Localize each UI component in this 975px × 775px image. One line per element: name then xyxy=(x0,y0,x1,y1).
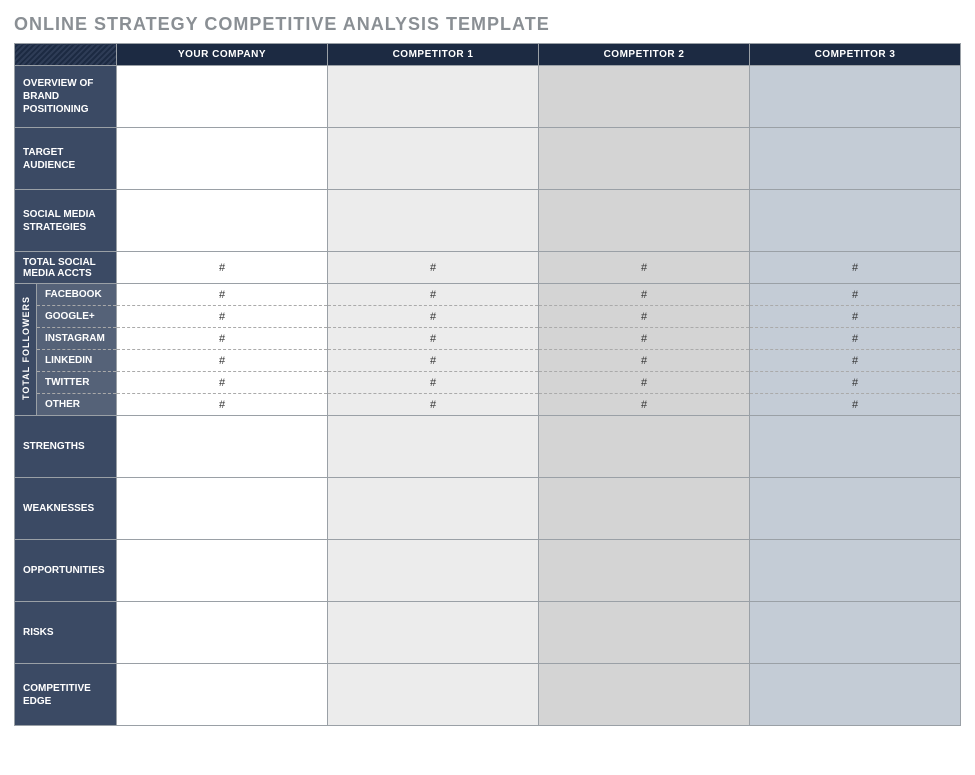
cell-facebook-your[interactable]: # xyxy=(117,284,328,306)
row-weaknesses: WEAKNESSES xyxy=(15,478,961,540)
cell-edge-c1[interactable] xyxy=(328,664,539,726)
cell-instagram-c2[interactable]: # xyxy=(539,328,750,350)
cell-weaknesses-c1[interactable] xyxy=(328,478,539,540)
cell-weaknesses-c2[interactable] xyxy=(539,478,750,540)
cell-risks-c2[interactable] xyxy=(539,602,750,664)
cell-opportunities-your[interactable] xyxy=(117,540,328,602)
label-edge: COMPETITIVE EDGE xyxy=(15,664,117,726)
cell-instagram-c1[interactable]: # xyxy=(328,328,539,350)
cell-total-accts-your[interactable]: # xyxy=(117,252,328,284)
cell-linkedin-c2[interactable]: # xyxy=(539,350,750,372)
cell-total-accts-c2[interactable]: # xyxy=(539,252,750,284)
cell-social-strat-your[interactable] xyxy=(117,190,328,252)
cell-twitter-c3[interactable]: # xyxy=(750,372,961,394)
cell-risks-c3[interactable] xyxy=(750,602,961,664)
cell-instagram-your[interactable]: # xyxy=(117,328,328,350)
label-social-strat: SOCIAL MEDIA STRATEGIES xyxy=(15,190,117,252)
row-instagram: INSTAGRAM # # # # xyxy=(15,328,961,350)
label-other: OTHER xyxy=(37,394,117,416)
cell-strengths-your[interactable] xyxy=(117,416,328,478)
header-row: YOUR COMPANY COMPETITOR 1 COMPETITOR 2 C… xyxy=(15,44,961,66)
cell-twitter-c2[interactable]: # xyxy=(539,372,750,394)
row-overview: OVERVIEW OF BRAND POSITIONING xyxy=(15,66,961,128)
cell-edge-c3[interactable] xyxy=(750,664,961,726)
cell-twitter-c1[interactable]: # xyxy=(328,372,539,394)
header-corner xyxy=(15,44,117,66)
label-risks: RISKS xyxy=(15,602,117,664)
cell-overview-your[interactable] xyxy=(117,66,328,128)
cell-overview-c2[interactable] xyxy=(539,66,750,128)
col-head-your: YOUR COMPANY xyxy=(117,44,328,66)
cell-social-strat-c3[interactable] xyxy=(750,190,961,252)
row-total-accts: TOTAL SOCIAL MEDIA ACCTS # # # # xyxy=(15,252,961,284)
cell-google-c1[interactable]: # xyxy=(328,306,539,328)
cell-total-accts-c1[interactable]: # xyxy=(328,252,539,284)
cell-social-strat-c2[interactable] xyxy=(539,190,750,252)
cell-google-your[interactable]: # xyxy=(117,306,328,328)
cell-opportunities-c3[interactable] xyxy=(750,540,961,602)
col-head-c1: COMPETITOR 1 xyxy=(328,44,539,66)
row-risks: RISKS xyxy=(15,602,961,664)
label-total-followers: TOTAL FOLLOWERS xyxy=(15,284,37,416)
cell-strengths-c1[interactable] xyxy=(328,416,539,478)
cell-other-c3[interactable]: # xyxy=(750,394,961,416)
label-google: GOOGLE+ xyxy=(37,306,117,328)
label-instagram: INSTAGRAM xyxy=(37,328,117,350)
cell-edge-your[interactable] xyxy=(117,664,328,726)
cell-google-c2[interactable]: # xyxy=(539,306,750,328)
row-strengths: STRENGTHS xyxy=(15,416,961,478)
cell-other-your[interactable]: # xyxy=(117,394,328,416)
label-twitter: TWITTER xyxy=(37,372,117,394)
label-total-accts: TOTAL SOCIAL MEDIA ACCTS xyxy=(15,252,117,284)
row-other: OTHER # # # # xyxy=(15,394,961,416)
analysis-table: YOUR COMPANY COMPETITOR 1 COMPETITOR 2 C… xyxy=(14,43,961,726)
label-linkedin: LINKEDIN xyxy=(37,350,117,372)
cell-risks-c1[interactable] xyxy=(328,602,539,664)
cell-target-c3[interactable] xyxy=(750,128,961,190)
label-facebook: FACEBOOK xyxy=(37,284,117,306)
cell-target-your[interactable] xyxy=(117,128,328,190)
row-facebook: TOTAL FOLLOWERS FACEBOOK # # # # xyxy=(15,284,961,306)
cell-linkedin-c1[interactable]: # xyxy=(328,350,539,372)
row-google: GOOGLE+ # # # # xyxy=(15,306,961,328)
row-target: TARGET AUDIENCE xyxy=(15,128,961,190)
cell-google-c3[interactable]: # xyxy=(750,306,961,328)
label-overview: OVERVIEW OF BRAND POSITIONING xyxy=(15,66,117,128)
cell-weaknesses-your[interactable] xyxy=(117,478,328,540)
cell-other-c1[interactable]: # xyxy=(328,394,539,416)
row-linkedin: LINKEDIN # # # # xyxy=(15,350,961,372)
cell-twitter-your[interactable]: # xyxy=(117,372,328,394)
cell-other-c2[interactable]: # xyxy=(539,394,750,416)
row-twitter: TWITTER # # # # xyxy=(15,372,961,394)
label-strengths: STRENGTHS xyxy=(15,416,117,478)
col-head-c2: COMPETITOR 2 xyxy=(539,44,750,66)
cell-strengths-c3[interactable] xyxy=(750,416,961,478)
cell-facebook-c1[interactable]: # xyxy=(328,284,539,306)
cell-instagram-c3[interactable]: # xyxy=(750,328,961,350)
cell-total-accts-c3[interactable]: # xyxy=(750,252,961,284)
cell-facebook-c3[interactable]: # xyxy=(750,284,961,306)
cell-target-c2[interactable] xyxy=(539,128,750,190)
label-opportunities: OPPORTUNITIES xyxy=(15,540,117,602)
row-edge: COMPETITIVE EDGE xyxy=(15,664,961,726)
cell-edge-c2[interactable] xyxy=(539,664,750,726)
row-social-strat: SOCIAL MEDIA STRATEGIES xyxy=(15,190,961,252)
cell-overview-c1[interactable] xyxy=(328,66,539,128)
cell-opportunities-c1[interactable] xyxy=(328,540,539,602)
cell-target-c1[interactable] xyxy=(328,128,539,190)
cell-linkedin-c3[interactable]: # xyxy=(750,350,961,372)
cell-weaknesses-c3[interactable] xyxy=(750,478,961,540)
cell-overview-c3[interactable] xyxy=(750,66,961,128)
col-head-c3: COMPETITOR 3 xyxy=(750,44,961,66)
cell-linkedin-your[interactable]: # xyxy=(117,350,328,372)
label-target: TARGET AUDIENCE xyxy=(15,128,117,190)
row-opportunities: OPPORTUNITIES xyxy=(15,540,961,602)
cell-opportunities-c2[interactable] xyxy=(539,540,750,602)
cell-social-strat-c1[interactable] xyxy=(328,190,539,252)
cell-strengths-c2[interactable] xyxy=(539,416,750,478)
cell-risks-your[interactable] xyxy=(117,602,328,664)
page-title: ONLINE STRATEGY COMPETITIVE ANALYSIS TEM… xyxy=(14,14,961,35)
label-weaknesses: WEAKNESSES xyxy=(15,478,117,540)
cell-facebook-c2[interactable]: # xyxy=(539,284,750,306)
